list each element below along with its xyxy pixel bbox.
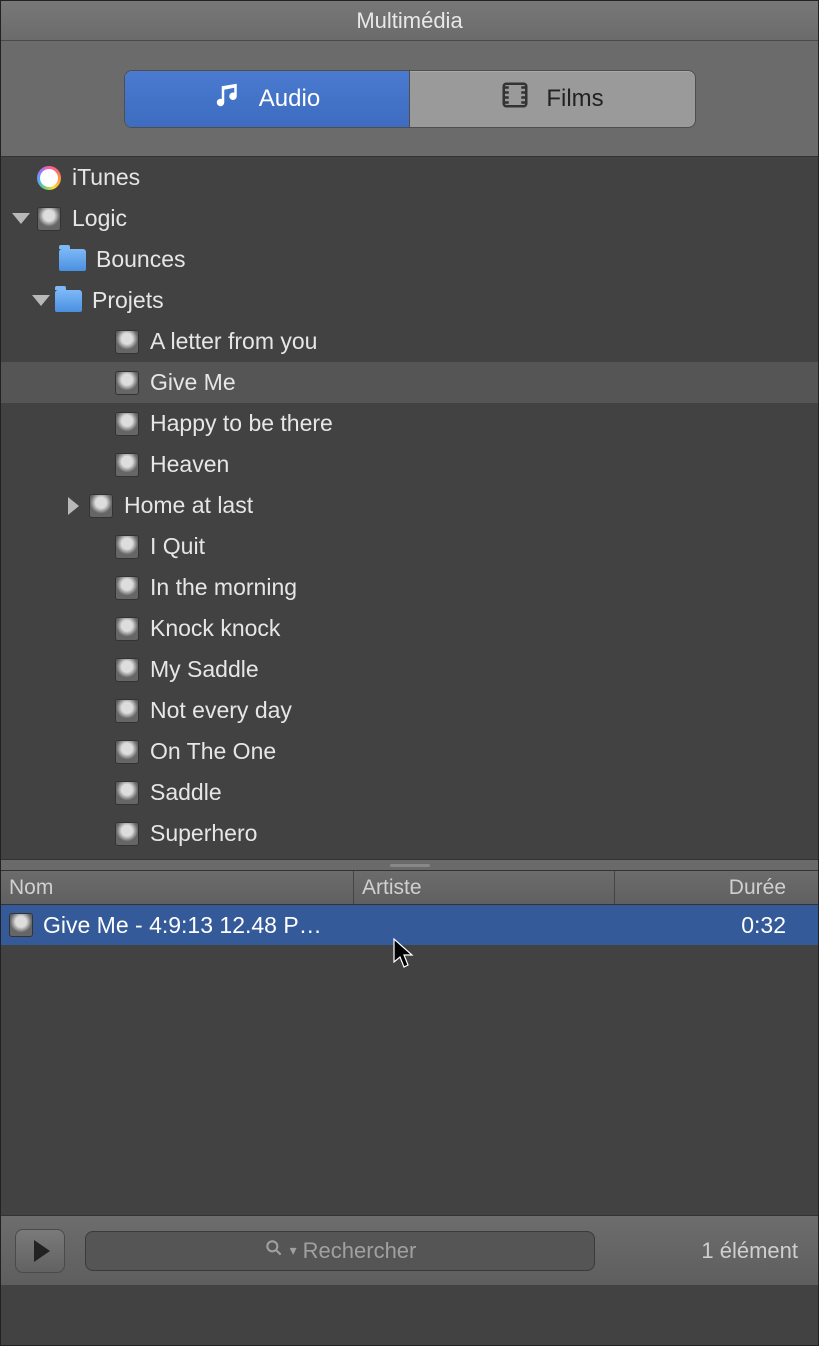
source-tree: iTunes Logic Bounces Projets A letter fr… bbox=[1, 157, 818, 859]
spacer bbox=[35, 250, 55, 270]
column-header-duration[interactable]: Durée bbox=[615, 871, 818, 904]
spacer bbox=[89, 455, 109, 475]
logic-project-icon bbox=[9, 913, 33, 937]
item-count-status: 1 élément bbox=[701, 1238, 804, 1264]
chevron-down-icon: ▾ bbox=[290, 1242, 297, 1259]
tree-label: In the morning bbox=[150, 574, 297, 601]
media-type-segment: Audio Films bbox=[124, 70, 696, 128]
tree-label: A letter from you bbox=[150, 328, 317, 355]
tree-item-project[interactable]: Happy to be there bbox=[1, 403, 818, 444]
tree-label: Home at last bbox=[124, 492, 253, 519]
tree-label: Give Me bbox=[150, 369, 236, 396]
search-input[interactable]: ▾ Rechercher bbox=[85, 1231, 595, 1271]
tree-item-project[interactable]: I Quit bbox=[1, 526, 818, 567]
tree-item-logic[interactable]: Logic bbox=[1, 198, 818, 239]
logic-project-icon bbox=[113, 412, 140, 436]
tree-label: Projets bbox=[92, 287, 164, 314]
disclosure-triangle-icon[interactable] bbox=[11, 209, 31, 229]
spacer bbox=[89, 373, 109, 393]
tree-label: I Quit bbox=[150, 533, 205, 560]
table-row[interactable]: Give Me - 4:9:13 12.48 P… 0:32 bbox=[1, 905, 818, 945]
tree-item-project[interactable]: Superhero bbox=[1, 813, 818, 854]
logic-project-icon bbox=[113, 576, 140, 600]
tree-label: Saddle bbox=[150, 779, 222, 806]
tree-item-project[interactable]: A letter from you bbox=[1, 321, 818, 362]
tab-films-label: Films bbox=[546, 85, 603, 113]
tree-item-project[interactable]: Not every day bbox=[1, 690, 818, 731]
tree-item-project[interactable]: In the morning bbox=[1, 567, 818, 608]
table-header: Nom Artiste Durée bbox=[1, 871, 818, 905]
music-note-icon bbox=[213, 80, 243, 117]
tab-audio[interactable]: Audio bbox=[125, 71, 410, 127]
logic-project-icon bbox=[113, 330, 140, 354]
logic-project-icon bbox=[113, 740, 140, 764]
spacer bbox=[89, 332, 109, 352]
footer-bar: ▾ Rechercher 1 élément bbox=[1, 1215, 818, 1285]
tab-audio-label: Audio bbox=[259, 85, 320, 113]
tree-label: On The One bbox=[150, 738, 276, 765]
folder-icon bbox=[55, 290, 82, 312]
logic-project-icon bbox=[113, 617, 140, 641]
cell-name: Give Me - 4:9:13 12.48 P… bbox=[1, 912, 354, 939]
tree-item-projets[interactable]: Projets bbox=[1, 280, 818, 321]
logic-app-icon bbox=[35, 207, 62, 231]
logic-project-icon bbox=[113, 699, 140, 723]
play-button[interactable] bbox=[15, 1229, 65, 1273]
tree-item-project[interactable]: Knock knock bbox=[1, 608, 818, 649]
window-title: Multimédia bbox=[1, 1, 818, 41]
logic-project-icon bbox=[113, 371, 140, 395]
tree-item-project[interactable]: On The One bbox=[1, 731, 818, 772]
spacer bbox=[89, 537, 109, 557]
spacer bbox=[89, 660, 109, 680]
spacer bbox=[89, 701, 109, 721]
search-icon bbox=[264, 1238, 284, 1264]
spacer bbox=[11, 168, 31, 188]
tree-label: Heaven bbox=[150, 451, 229, 478]
tree-label: Happy to be there bbox=[150, 410, 333, 437]
column-header-name[interactable]: Nom bbox=[1, 871, 354, 904]
logic-project-icon bbox=[113, 658, 140, 682]
spacer bbox=[89, 578, 109, 598]
play-icon bbox=[34, 1240, 50, 1262]
tab-films[interactable]: Films bbox=[410, 71, 695, 127]
tree-item-project[interactable]: Heaven bbox=[1, 444, 818, 485]
table-body: Give Me - 4:9:13 12.48 P… 0:32 bbox=[1, 905, 818, 1215]
cell-name-text: Give Me - 4:9:13 12.48 P… bbox=[43, 912, 322, 939]
logic-project-icon bbox=[113, 822, 140, 846]
tree-label: Not every day bbox=[150, 697, 292, 724]
logic-project-icon bbox=[113, 781, 140, 805]
cell-duration: 0:32 bbox=[615, 912, 818, 939]
film-icon bbox=[500, 80, 530, 117]
spacer bbox=[89, 619, 109, 639]
spacer bbox=[89, 742, 109, 762]
search-placeholder: Rechercher bbox=[303, 1238, 417, 1264]
toolbar: Audio Films bbox=[1, 41, 818, 157]
tree-label: Knock knock bbox=[150, 615, 280, 642]
tree-item-project[interactable]: Saddle bbox=[1, 772, 818, 813]
disclosure-triangle-icon[interactable] bbox=[63, 496, 83, 516]
tree-item-project[interactable]: Home at last bbox=[1, 485, 818, 526]
tree-item-project[interactable]: Give Me bbox=[1, 362, 818, 403]
disclosure-triangle-icon[interactable] bbox=[31, 291, 51, 311]
tree-label: Superhero bbox=[150, 820, 257, 847]
column-header-artist[interactable]: Artiste bbox=[354, 871, 615, 904]
spacer bbox=[89, 414, 109, 434]
tree-label: iTunes bbox=[72, 164, 140, 191]
spacer bbox=[89, 824, 109, 844]
spacer bbox=[89, 783, 109, 803]
folder-icon bbox=[59, 249, 86, 271]
tree-label: Logic bbox=[72, 205, 127, 232]
tree-item-itunes[interactable]: iTunes bbox=[1, 157, 818, 198]
tree-label: My Saddle bbox=[150, 656, 259, 683]
logic-project-icon bbox=[113, 535, 140, 559]
tree-label: Bounces bbox=[96, 246, 186, 273]
split-handle[interactable] bbox=[1, 859, 818, 871]
tree-item-project[interactable]: My Saddle bbox=[1, 649, 818, 690]
logic-project-icon bbox=[87, 494, 114, 518]
itunes-icon bbox=[35, 166, 62, 190]
tree-item-bounces[interactable]: Bounces bbox=[1, 239, 818, 280]
logic-project-icon bbox=[113, 453, 140, 477]
